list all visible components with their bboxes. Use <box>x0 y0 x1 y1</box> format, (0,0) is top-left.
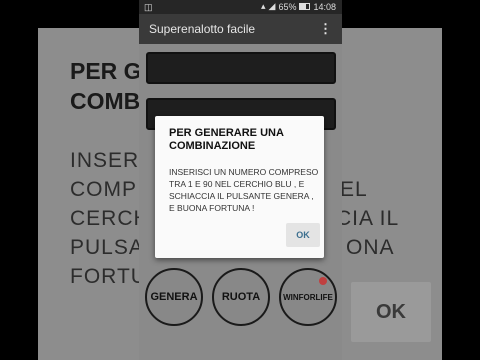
background-fragment-3: ONA <box>346 236 395 259</box>
dialog-ok-button[interactable]: OK <box>286 223 320 247</box>
status-icons: ▴ ◢ 65% 14:08 <box>261 1 336 12</box>
background-body-fragment: INSERI COMP CERCH PULSA FORTU <box>70 149 150 288</box>
battery-percent: 65% <box>278 1 297 12</box>
background-title-fragment: PER G COMB <box>70 58 142 114</box>
clock: 14:08 <box>313 1 336 12</box>
overflow-menu-icon[interactable]: ⋮ <box>319 21 332 37</box>
number-field-1[interactable] <box>146 52 336 84</box>
info-dialog: PER GENERARE UNA COMBINAZIONE INSERISCI … <box>155 116 324 258</box>
winforlife-button[interactable]: WINFORLIFE <box>279 268 337 326</box>
background-fragment-1: EL <box>340 178 368 201</box>
dialog-title: PER GENERARE UNA COMBINAZIONE <box>169 127 284 152</box>
background-fragment-2: CIA IL <box>336 207 400 230</box>
ruota-button[interactable]: RUOTA <box>212 268 270 326</box>
signal-icon: ◢ <box>268 1 276 11</box>
dialog-message: INSERISCI UN NUMERO COMPRESO TRA 1 E 90 … <box>169 167 319 213</box>
background-ok-fragment: OK <box>351 282 431 342</box>
battery-icon <box>299 3 311 10</box>
genera-button[interactable]: GENERA <box>145 268 203 326</box>
notification-dot <box>319 277 327 285</box>
message-icon: ◫ <box>144 2 153 12</box>
wifi-icon: ▴ <box>261 1 266 11</box>
app-title: Superenalotto facile <box>149 22 256 36</box>
app-bar: Superenalotto facile ⋮ <box>139 14 342 44</box>
status-bar: ◫ ▴ ◢ 65% 14:08 <box>139 0 342 14</box>
